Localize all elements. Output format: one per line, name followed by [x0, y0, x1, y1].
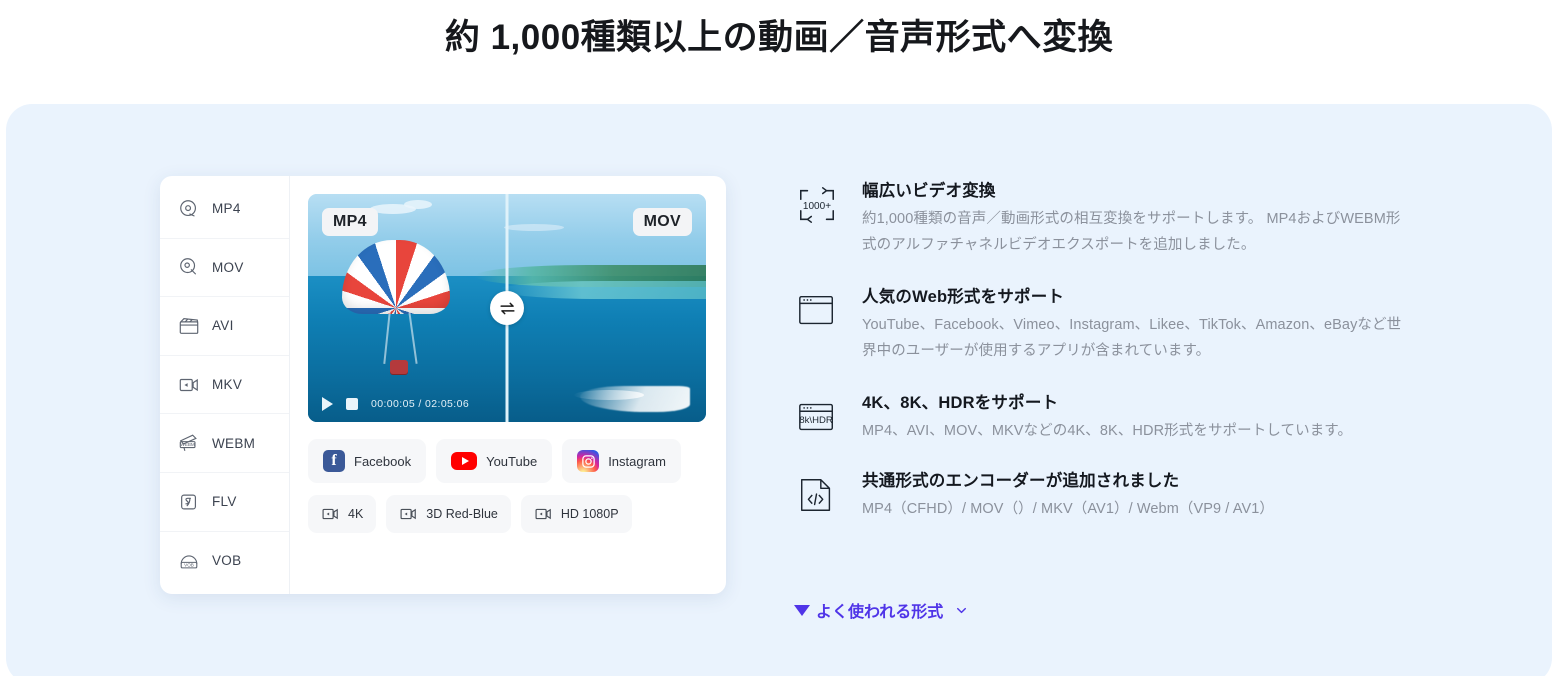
feature-desc: 約1,000種類の音声／動画形式の相互変換をサポートします。 MP4およびWEB…	[862, 211, 1401, 253]
feature-title: 人気のWeb形式をサポート	[862, 288, 1065, 306]
disc-icon	[178, 198, 200, 220]
feature-item-4k-8k-hdr: 8k\HDR 4K、8K、HDRをサポート MP4、AVI、MOV、MKVなどの…	[794, 390, 1414, 444]
cloud-shape	[404, 200, 432, 209]
feature-title: 4K、8K、HDRをサポート	[862, 394, 1059, 412]
format-label: WEBM	[212, 435, 256, 451]
boat-wake	[574, 390, 644, 400]
converter-card: MP4 MOV AVI MKV WEBM WEBM FLV VOB VOB MP…	[160, 176, 726, 594]
feature-item-encoders: 共通形式のエンコーダーが追加されました MP4（CFHD）/ MOV（）/ MK…	[794, 468, 1414, 522]
quality-preset-hd-1080p[interactable]: HD 1080P	[520, 495, 632, 533]
svg-text:VOB: VOB	[184, 562, 194, 567]
share-target-label: YouTube	[486, 453, 538, 469]
triangle-down-icon	[794, 604, 810, 616]
feature-body: 人気のWeb形式をサポート YouTube、Facebook、Vimeo、Ins…	[862, 284, 1414, 364]
parasailer-shape	[390, 360, 408, 374]
conversion-1000-plus-icon: 1000+	[794, 178, 840, 258]
feature-body: 4K、8K、HDRをサポート MP4、AVI、MOV、MKVなどの4K、8K、H…	[862, 390, 1414, 444]
feature-desc: MP4、AVI、MOV、MKVなどの4K、8K、HDR形式をサポートしています。	[862, 423, 1353, 439]
format-item-avi[interactable]: AVI	[160, 297, 289, 356]
play-icon[interactable]	[322, 397, 333, 411]
youtube-icon	[451, 452, 478, 470]
format-label: AVI	[212, 318, 234, 334]
share-target-facebook[interactable]: f Facebook	[308, 439, 427, 483]
format-label: FLV	[212, 494, 237, 510]
format-item-webm[interactable]: WEBM WEBM	[160, 414, 289, 473]
playback-time: 00:00:05 / 02:05:06	[371, 398, 470, 410]
quality-preset-label: 3D Red-Blue	[426, 507, 498, 521]
facebook-icon: f	[323, 450, 345, 472]
card-main: MP4 MOV 00:00:05 / 02:05:06 f Facebook Y…	[290, 176, 726, 594]
instagram-icon	[577, 450, 600, 472]
flash-icon	[178, 491, 200, 513]
share-target-label: Facebook	[354, 453, 412, 469]
share-target-youtube[interactable]: YouTube	[436, 439, 553, 483]
quality-preset-row: 4K 3D Red-Blue HD 1080P	[308, 495, 706, 533]
chevron-down-icon	[955, 604, 968, 617]
feature-title: 幅広いビデオ変換	[862, 182, 996, 200]
video-camera-icon	[321, 504, 341, 524]
browser-8k-hdr-icon: 8k\HDR	[794, 390, 840, 444]
common-formats-toggle[interactable]: よく使われる形式	[794, 598, 968, 622]
format-label: MOV	[212, 259, 244, 275]
video-camera-icon	[399, 504, 419, 524]
video-camera-icon	[178, 374, 200, 396]
feature-item-web-formats: 人気のWeb形式をサポート YouTube、Facebook、Vimeo、Ins…	[794, 284, 1414, 364]
svg-text:1000+: 1000+	[803, 201, 831, 212]
swap-arrows-icon[interactable]	[490, 291, 524, 325]
format-label: MP4	[212, 201, 241, 217]
feature-desc: YouTube、Facebook、Vimeo、Instagram、Likee、T…	[862, 317, 1402, 359]
feature-title: 共通形式のエンコーダーが追加されました	[862, 472, 1180, 490]
webm-megaphone-icon: WEBM	[178, 432, 200, 454]
svg-text:8k\HDR: 8k\HDR	[799, 415, 832, 426]
format-item-mp4[interactable]: MP4	[160, 180, 289, 239]
boat-shape	[574, 382, 690, 416]
feature-list: 1000+ 幅広いビデオ変換 約1,000種類の音声／動画形式の相互変換をサポー…	[794, 178, 1414, 548]
browser-window-icon	[794, 284, 840, 364]
format-item-mov[interactable]: MOV	[160, 239, 289, 298]
page-root: 約 1,000種類以上の動画／音声形式へ変換 MP4 MOV AVI MKV W…	[0, 0, 1558, 676]
format-label: VOB	[212, 553, 242, 569]
share-target-row: f Facebook YouTube Instagram	[308, 439, 706, 483]
common-formats-label: よく使われる形式	[816, 604, 944, 621]
code-file-icon	[794, 468, 840, 522]
page-title: 約 1,000種類以上の動画／音声形式へ変換	[444, 18, 1114, 57]
share-target-instagram[interactable]: Instagram	[562, 439, 681, 483]
playback-controls: 00:00:05 / 02:05:06	[322, 397, 469, 411]
source-format-badge: MP4	[322, 208, 378, 236]
format-list: MP4 MOV AVI MKV WEBM WEBM FLV VOB VOB	[160, 176, 290, 594]
disc-search-icon	[178, 256, 200, 278]
target-format-badge: MOV	[632, 208, 692, 236]
format-item-mkv[interactable]: MKV	[160, 356, 289, 415]
quality-preset-label: HD 1080P	[560, 507, 619, 521]
vob-dome-icon: VOB	[178, 550, 200, 572]
video-camera-icon	[534, 504, 554, 524]
stop-icon[interactable]	[346, 398, 358, 410]
quality-preset-3d-red-blue[interactable]: 3D Red-Blue	[386, 495, 511, 533]
quality-preset-label: 4K	[348, 507, 364, 521]
feature-desc: MP4（CFHD）/ MOV（）/ MKV（AV1）/ Webm（VP9 / A…	[862, 501, 1274, 517]
cloud-shape	[504, 224, 564, 231]
feature-body: 幅広いビデオ変換 約1,000種類の音声／動画形式の相互変換をサポートします。 …	[862, 178, 1414, 258]
share-target-label: Instagram	[608, 453, 666, 469]
svg-text:WEBM: WEBM	[181, 442, 195, 447]
format-item-flv[interactable]: FLV	[160, 473, 289, 532]
format-label: MKV	[212, 377, 243, 393]
reef-shallow-shape	[499, 280, 706, 299]
format-item-vob[interactable]: VOB VOB	[160, 532, 289, 591]
quality-preset-4k[interactable]: 4K	[308, 495, 377, 533]
feature-body: 共通形式のエンコーダーが追加されました MP4（CFHD）/ MOV（）/ MK…	[862, 468, 1414, 522]
video-preview[interactable]: MP4 MOV 00:00:05 / 02:05:06	[308, 194, 706, 422]
clapperboard-icon	[178, 315, 200, 337]
feature-item-video-conversion: 1000+ 幅広いビデオ変換 約1,000種類の音声／動画形式の相互変換をサポー…	[794, 178, 1414, 258]
